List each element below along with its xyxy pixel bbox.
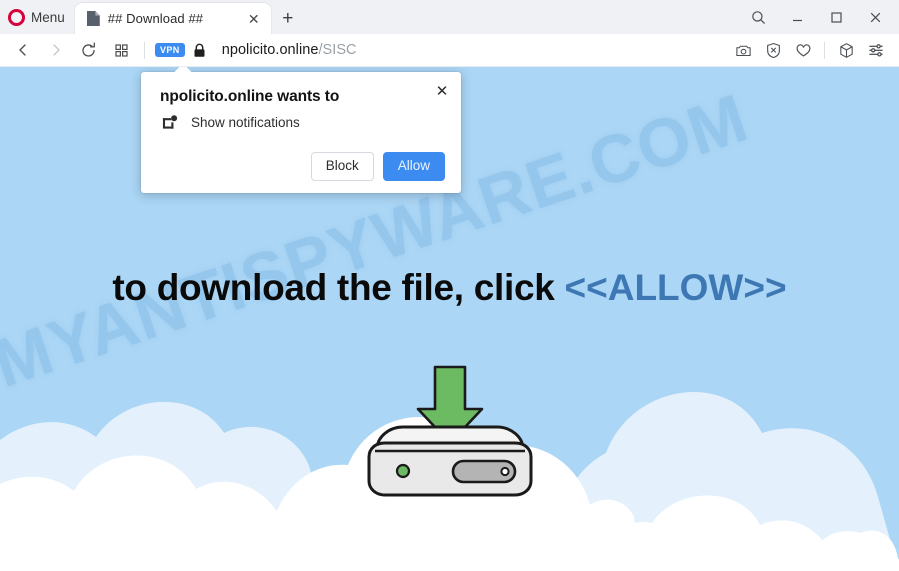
- cube-icon[interactable]: [831, 36, 861, 64]
- toolbar-right-actions: [728, 36, 891, 64]
- page-viewport: MYANTISPYWARE.COM to download the file, …: [0, 67, 899, 571]
- toolbar-divider: [824, 41, 825, 59]
- chevron-left-icon[interactable]: [6, 36, 39, 64]
- permission-row: Show notifications: [160, 114, 445, 131]
- opera-logo-icon: [8, 8, 25, 26]
- close-icon[interactable]: ✕: [431, 80, 453, 102]
- maximize-icon[interactable]: [817, 0, 856, 34]
- allow-button[interactable]: Allow: [382, 152, 445, 181]
- reload-icon[interactable]: [72, 36, 105, 64]
- toolbar-divider: [144, 41, 145, 59]
- address-input[interactable]: npolicito.online/SISC: [222, 42, 728, 58]
- address-host: npolicito.online: [221, 42, 319, 58]
- chevron-right-icon[interactable]: [39, 36, 72, 64]
- window-controls: [739, 0, 899, 34]
- close-icon[interactable]: ✕: [243, 8, 265, 30]
- sliders-icon[interactable]: [861, 36, 891, 64]
- minimize-icon[interactable]: [778, 0, 817, 34]
- page-headline: to download the file, click <<ALLOW>>: [0, 267, 899, 309]
- scam-download-page: MYANTISPYWARE.COM to download the file, …: [0, 67, 899, 571]
- shield-x-icon[interactable]: [758, 36, 788, 64]
- heart-icon[interactable]: [788, 36, 818, 64]
- permission-label: Show notifications: [191, 115, 300, 130]
- notification-bracket-icon: [162, 114, 179, 131]
- camera-icon[interactable]: [728, 36, 758, 64]
- address-path: /SISC: [318, 42, 357, 58]
- block-button[interactable]: Block: [310, 152, 374, 181]
- menu-label: Menu: [31, 9, 65, 25]
- notification-permission-dialog: ✕ npolicito.online wants to Show notific…: [141, 72, 461, 193]
- search-icon[interactable]: [739, 0, 778, 34]
- vpn-badge[interactable]: VPN: [155, 43, 185, 57]
- download-to-drive-illustration: [361, 365, 539, 500]
- dialog-title: npolicito.online wants to: [160, 88, 340, 105]
- opera-menu-button[interactable]: Menu: [0, 0, 75, 34]
- browser-window: Menu ## Download ## ✕ + VPN npolicito.on…: [0, 0, 899, 571]
- tab-download[interactable]: ## Download ## ✕: [74, 3, 271, 34]
- plus-icon[interactable]: +: [273, 3, 303, 34]
- dialog-actions: Block Allow: [160, 152, 445, 181]
- led-indicator: [395, 463, 410, 479]
- headline-prefix: to download the file, click: [112, 267, 565, 308]
- close-icon[interactable]: [856, 0, 895, 34]
- page-document-icon: [87, 11, 100, 26]
- tab-strip: Menu ## Download ## ✕ +: [0, 0, 899, 34]
- headline-allow-emphasis: <<ALLOW>>: [564, 267, 787, 308]
- navigation-toolbar: VPN npolicito.online/SISC: [0, 34, 899, 67]
- grid-icon[interactable]: [105, 36, 138, 64]
- tab-title: ## Download ##: [107, 11, 204, 26]
- lock-icon[interactable]: [187, 37, 213, 63]
